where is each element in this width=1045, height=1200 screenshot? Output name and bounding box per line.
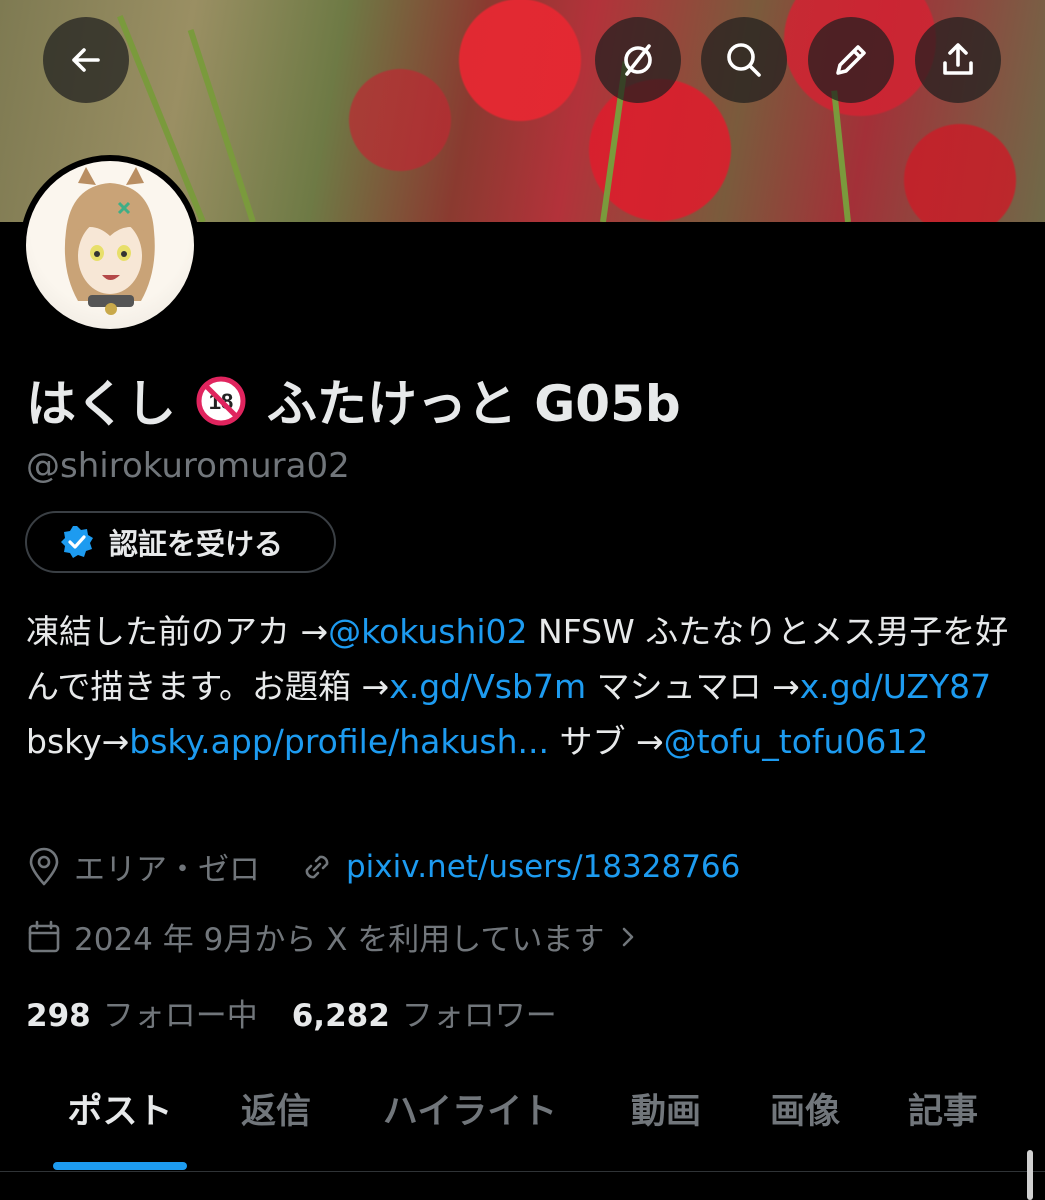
adult-18-badge-icon: 18 [196, 376, 246, 426]
bio-text: bsky→ [26, 722, 130, 761]
followers-count: 6,282 [291, 998, 390, 1034]
profile-name: はくし 18 ふたけっと G05b [26, 364, 681, 436]
following-label: フォロー中 [102, 998, 258, 1034]
profile-joined-row[interactable]: 2024 年 9月から X を利用しています [26, 914, 640, 959]
tab-images[interactable]: 画像 [770, 1082, 840, 1142]
share-button[interactable] [915, 17, 1001, 103]
active-tab-indicator [53, 1162, 187, 1170]
location-pin-icon [29, 847, 59, 885]
link-icon [305, 855, 329, 878]
bio-text: 凍結した前のアカ → [26, 612, 329, 651]
edit-icon [836, 45, 866, 75]
bio-url-link[interactable]: x.gd/Vsb7m [389, 667, 586, 706]
share-icon [943, 43, 973, 75]
following-link[interactable]: 298 フォロー中 [26, 990, 258, 1035]
profile-bio: 凍結した前のアカ →@kokushi02 NFSW ふたなりとメス男子を好んで描… [26, 604, 1016, 769]
bio-text: サブ → [548, 722, 664, 761]
avatar-image [26, 161, 194, 329]
back-button[interactable] [43, 17, 129, 103]
calendar-icon [28, 920, 60, 952]
tab-articles[interactable]: 記事 [908, 1082, 978, 1142]
scrollbar[interactable] [1027, 1150, 1033, 1200]
followers-label: フォロワー [401, 998, 557, 1034]
search-button[interactable] [701, 17, 787, 103]
bio-mention-link[interactable]: @kokushi02 [328, 612, 527, 651]
avatar-illustration [64, 167, 155, 315]
banner-stem [187, 28, 256, 222]
edit-button[interactable] [808, 17, 894, 103]
joined-date-text: 2024 年 9月から X を利用しています [74, 922, 605, 958]
banner-stem [831, 90, 851, 222]
avatar[interactable] [20, 155, 200, 335]
followers-link[interactable]: 6,282 フォロワー [292, 990, 557, 1035]
chevron-right-icon [623, 927, 634, 946]
tabs-divider [0, 1171, 1045, 1172]
location-text: エリア・ゼロ [74, 852, 260, 888]
grok-button[interactable] [595, 17, 681, 103]
name-prefix: はくし [26, 375, 176, 433]
grok-icon [624, 44, 652, 76]
bio-text: マシュマロ → [586, 667, 800, 706]
bio-url-link[interactable]: bsky.app/profile/hakush... [129, 722, 549, 761]
bio-mention-link[interactable]: @tofu_tofu0612 [664, 722, 929, 761]
profile-location-row: エリア・ゼロ pixiv.net/users/18328766 [26, 844, 740, 889]
tab-videos[interactable]: 動画 [631, 1082, 701, 1142]
follow-stats: 298 フォロー中 6,282 フォロワー [26, 990, 557, 1035]
following-count: 298 [26, 998, 91, 1034]
website-link[interactable]: pixiv.net/users/18328766 [346, 849, 740, 885]
profile-handle: @shirokuromura02 [26, 446, 350, 486]
bio-url-link[interactable]: x.gd/UZY87 [800, 667, 991, 706]
get-verified-button[interactable]: 認証を受ける [25, 511, 336, 573]
verified-badge-icon [61, 526, 93, 558]
search-icon [727, 43, 761, 77]
name-suffix: ふたけっと G05b [266, 375, 681, 433]
get-verified-label: 認証を受ける [109, 527, 284, 561]
tab-replies[interactable]: 返信 [241, 1082, 311, 1142]
profile-tabs: ポスト 返信 ハイライト 動画 画像 記事 [0, 1082, 1045, 1172]
back-arrow-icon [72, 48, 100, 72]
tab-highlights[interactable]: ハイライト [383, 1082, 557, 1142]
tab-posts[interactable]: ポスト [67, 1082, 172, 1142]
